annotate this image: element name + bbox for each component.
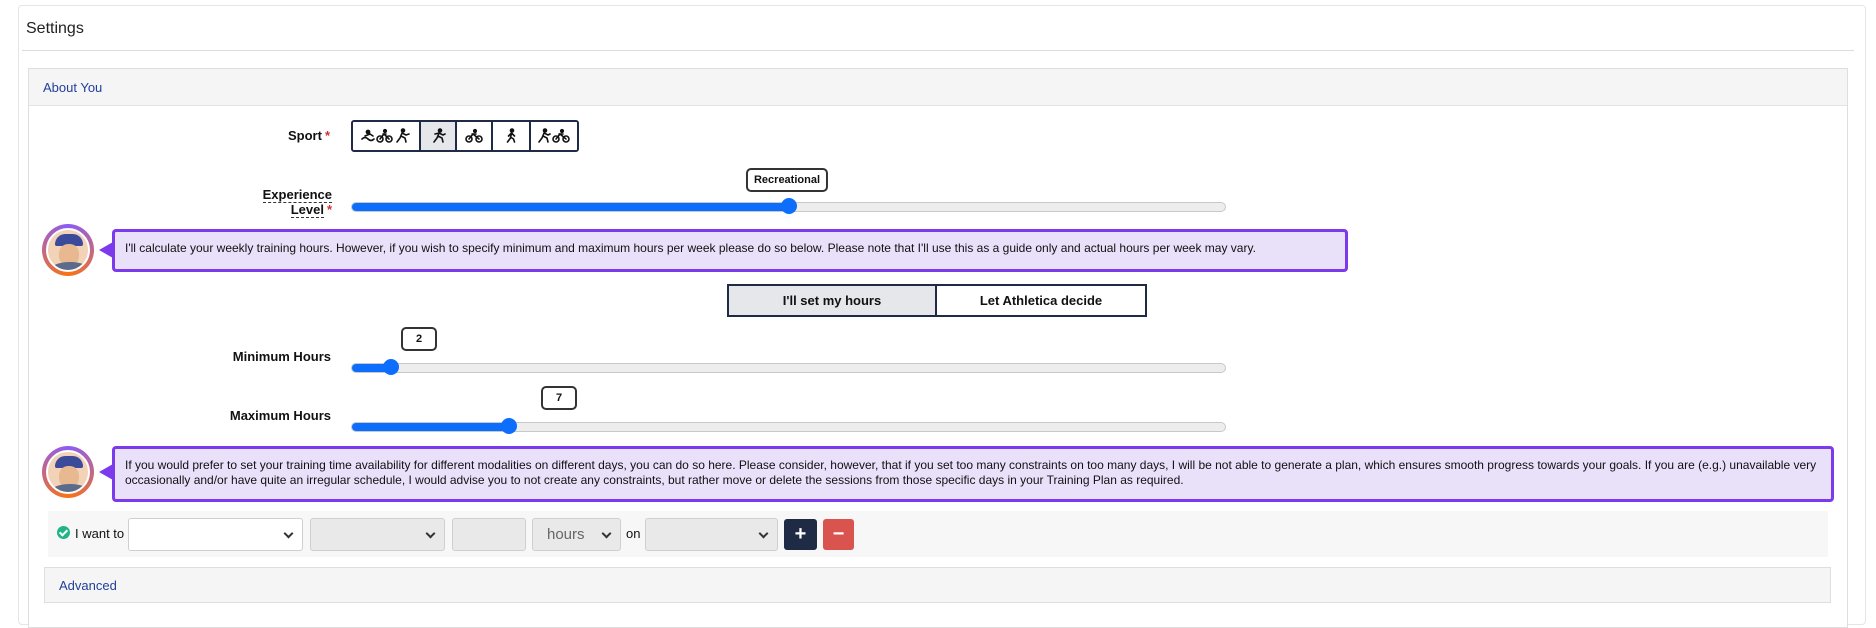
- constraint-modality-select[interactable]: [310, 518, 445, 551]
- maximum-hours-label: Maximum Hours: [229, 408, 331, 423]
- constraint-unit-select[interactable]: hours: [532, 518, 621, 551]
- triathlon-icon: [361, 128, 410, 143]
- cycling-icon: [465, 128, 483, 143]
- coach-avatar: [42, 224, 94, 276]
- coach-message-constraints: If you would prefer to set your training…: [112, 446, 1834, 502]
- experience-value-tooltip: Recreational: [745, 168, 829, 192]
- experience-slider-thumb[interactable]: [780, 198, 797, 214]
- constraint-prefix-label: I want to: [75, 526, 125, 541]
- maximum-hours-slider[interactable]: [351, 418, 1226, 434]
- advanced-section-header[interactable]: Advanced: [44, 567, 1831, 603]
- constraint-day-select[interactable]: [645, 518, 778, 551]
- title-divider: [22, 50, 1854, 51]
- speech-bubble-tail: [99, 242, 113, 258]
- walking-icon: [506, 128, 516, 143]
- experience-level-slider[interactable]: [351, 198, 1226, 214]
- running-icon: [433, 128, 446, 143]
- sport-option-cycling[interactable]: [457, 122, 493, 150]
- duathlon-icon: [538, 128, 570, 143]
- sport-option-triathlon[interactable]: [353, 122, 421, 150]
- constraint-row: I want to hours on + −: [48, 511, 1828, 557]
- hours-mode-toggle: I'll set my hours Let Athletica decide: [727, 284, 1147, 317]
- experience-slider-fill: [352, 203, 789, 211]
- sport-selector: [351, 120, 579, 152]
- coach-avatar: [42, 446, 94, 498]
- advanced-label[interactable]: Advanced: [59, 578, 117, 593]
- maximum-hours-fill: [352, 423, 510, 431]
- speech-bubble-tail: [99, 464, 113, 480]
- add-constraint-button[interactable]: +: [784, 519, 817, 550]
- page-title: Settings: [26, 20, 84, 37]
- maximum-hours-tooltip: 7: [541, 386, 577, 410]
- experience-level-text: Experience Level: [262, 187, 332, 218]
- chevron-down-icon: [283, 528, 294, 539]
- about-you-header[interactable]: About You: [29, 69, 1847, 106]
- minimum-hours-thumb[interactable]: [383, 359, 400, 375]
- constraint-unit-value: hours: [547, 526, 585, 543]
- sport-option-duathlon[interactable]: [531, 122, 577, 150]
- check-circle-icon: [57, 526, 70, 539]
- about-you-label[interactable]: About You: [43, 80, 102, 95]
- sport-label: Sport *: [270, 128, 330, 143]
- constraint-amount-input[interactable]: [452, 518, 526, 551]
- minimum-hours-label: Minimum Hours: [232, 349, 331, 364]
- sport-option-running[interactable]: [421, 122, 457, 150]
- experience-level-label: Experience Level *: [222, 187, 332, 218]
- chevron-down-icon: [601, 528, 612, 539]
- let-athletica-decide-button[interactable]: Let Athletica decide: [937, 284, 1147, 317]
- required-marker: *: [326, 202, 332, 217]
- coach-message-hours: I'll calculate your weekly training hour…: [112, 229, 1348, 272]
- minimum-hours-tooltip: 2: [401, 327, 437, 351]
- maximum-hours-thumb[interactable]: [501, 418, 518, 434]
- minimum-hours-slider[interactable]: [351, 359, 1226, 375]
- sport-label-text: Sport: [287, 128, 322, 143]
- sport-option-walking[interactable]: [493, 122, 531, 150]
- constraint-action-select[interactable]: [128, 518, 303, 551]
- remove-constraint-button[interactable]: −: [823, 519, 854, 550]
- chevron-down-icon: [758, 528, 769, 539]
- chevron-down-icon: [425, 528, 436, 539]
- set-my-hours-button[interactable]: I'll set my hours: [727, 284, 937, 317]
- constraint-on-label: on: [626, 526, 641, 541]
- required-marker: *: [324, 128, 330, 143]
